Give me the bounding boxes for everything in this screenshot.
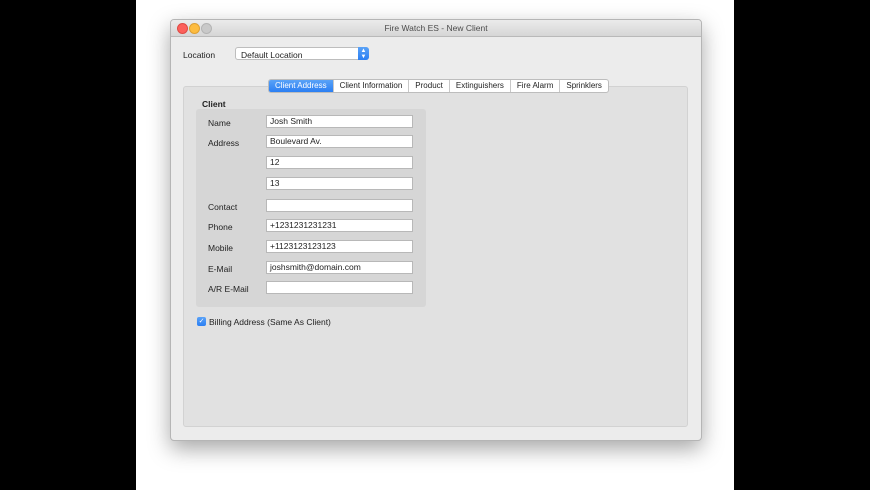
tab-product[interactable]: Product (408, 80, 449, 92)
mobile-field[interactable]: +1123123123123 (266, 240, 413, 253)
contact-field[interactable] (266, 199, 413, 212)
tab-extinguishers[interactable]: Extinguishers (448, 80, 510, 92)
name-label: Name (208, 118, 231, 128)
contact-label: Contact (208, 202, 238, 212)
address-label: Address (208, 138, 240, 148)
ar-email-label: A/R E-Mail (208, 284, 249, 294)
tab-bar: Client Address Client Information Produc… (268, 79, 609, 93)
location-select[interactable]: Default Location ▲ ▼ (235, 47, 369, 60)
mobile-label: Mobile (208, 243, 234, 253)
address-line-2-field[interactable]: 12 (266, 156, 413, 169)
email-field[interactable]: joshsmith@domain.com (266, 261, 413, 274)
billing-same-checkbox[interactable]: ✓ (197, 317, 206, 326)
window-title: Fire Watch ES - New Client (384, 23, 488, 33)
tab-fire-alarm[interactable]: Fire Alarm (509, 80, 559, 92)
address-line-1-field[interactable]: Boulevard Av. (266, 135, 413, 148)
client-group-label: Client (202, 99, 226, 109)
location-label: Location (183, 50, 216, 60)
ar-email-field[interactable] (266, 281, 413, 294)
title-bar[interactable]: Fire Watch ES - New Client (171, 20, 701, 37)
email-label: E-Mail (208, 264, 233, 274)
name-field[interactable]: Josh Smith (266, 115, 413, 128)
tab-client-address[interactable]: Client Address (269, 80, 333, 92)
updown-chevron-icon: ▲ ▼ (358, 47, 369, 60)
location-select-value: Default Location (241, 49, 303, 60)
tab-client-information[interactable]: Client Information (332, 80, 409, 92)
phone-field[interactable]: +1231231231231 (266, 219, 413, 232)
tab-sprinklers[interactable]: Sprinklers (559, 80, 608, 92)
app-window: Fire Watch ES - New Client Location Defa… (170, 19, 702, 441)
address-line-3-field[interactable]: 13 (266, 177, 413, 190)
checkmark-icon: ✓ (198, 318, 205, 325)
phone-label: Phone (208, 222, 233, 232)
billing-same-label[interactable]: Billing Address (Same As Client) (209, 317, 331, 327)
